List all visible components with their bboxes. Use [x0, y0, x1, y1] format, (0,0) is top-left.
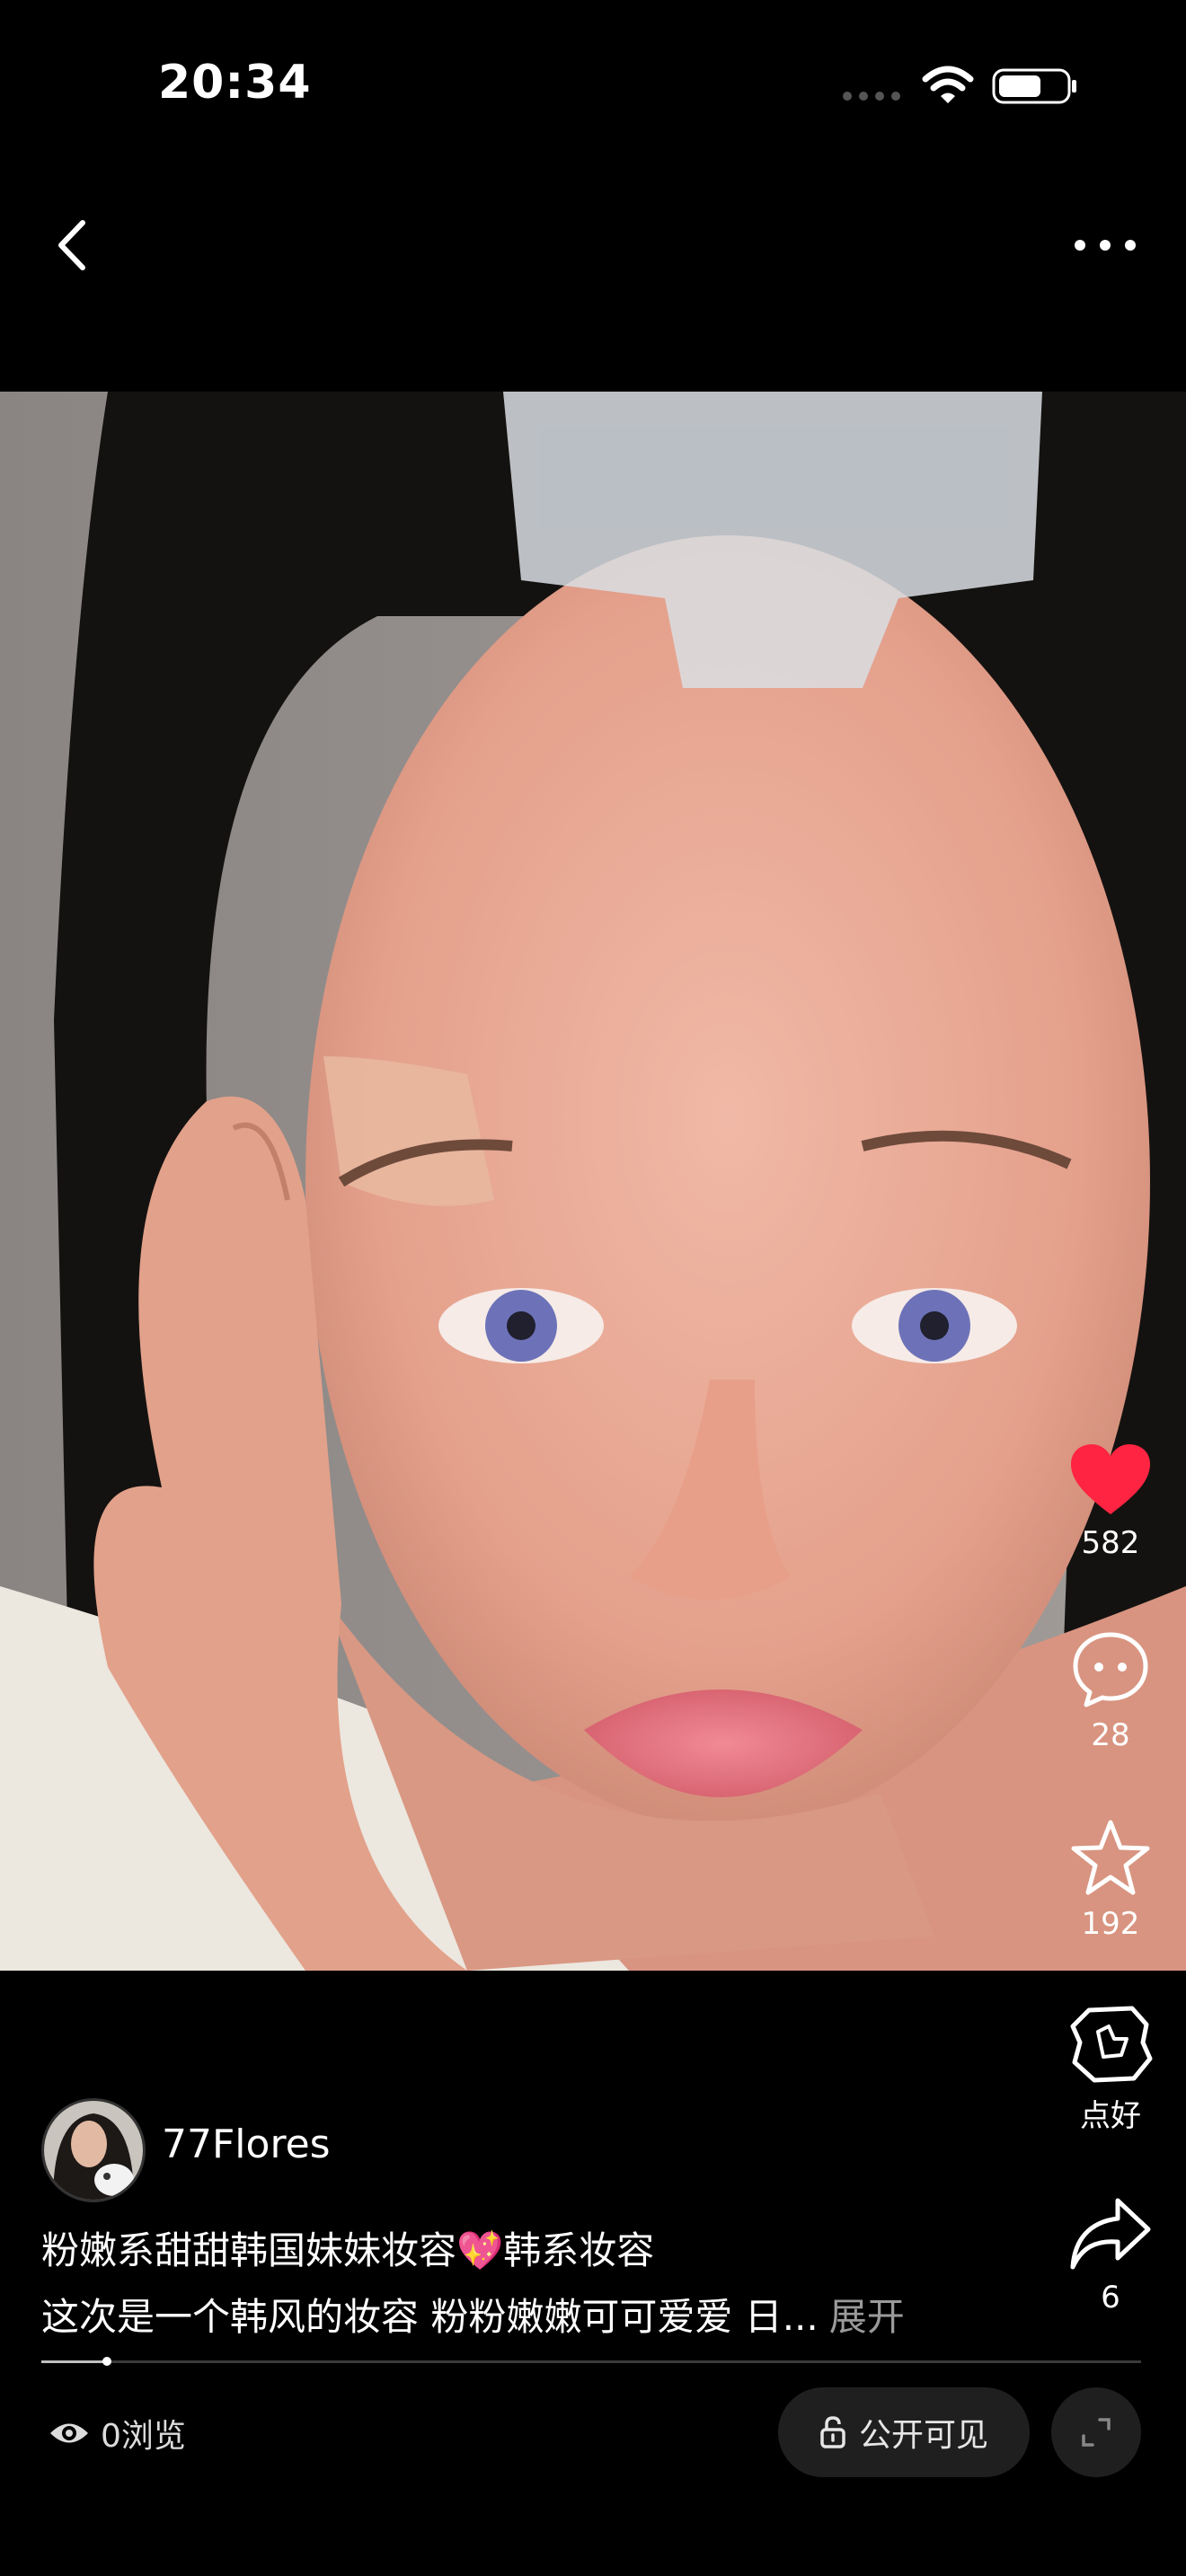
author-avatar[interactable] [41, 2098, 146, 2202]
lock-icon [820, 2416, 845, 2448]
status-time: 20:34 [158, 56, 312, 110]
view-count: 0浏览 [49, 2410, 186, 2457]
eye-icon [50, 2423, 88, 2443]
battery-icon [992, 68, 1076, 104]
makeup-video-frame [0, 392, 1186, 1971]
progress-knob[interactable] [102, 2357, 112, 2366]
view-count-text: 0浏览 [101, 2418, 186, 2455]
share-icon [1070, 2198, 1151, 2270]
comment-button[interactable]: 28 [1048, 1629, 1173, 1753]
expand-link[interactable]: 展开 [829, 2295, 905, 2339]
collect-button[interactable]: 192 [1048, 1818, 1173, 1942]
video-player[interactable] [0, 392, 1186, 1971]
cellular-signal-icon [843, 92, 900, 101]
fullscreen-button[interactable] [1051, 2387, 1141, 2477]
video-progress-bar[interactable] [41, 2357, 1141, 2366]
avatar-image [44, 2101, 143, 2200]
visibility-button[interactable]: 公开可见 [778, 2387, 1030, 2477]
comment-icon [1073, 1632, 1148, 1707]
collect-count: 192 [1081, 1906, 1140, 1942]
dianhao-label: 点好 [1080, 2098, 1141, 2134]
expand-icon [1082, 2418, 1111, 2447]
comment-count: 28 [1091, 1717, 1130, 1753]
progress-fill [41, 2360, 108, 2363]
share-button[interactable]: 6 [1048, 2195, 1173, 2316]
like-button[interactable]: 582 [1048, 1442, 1173, 1561]
post-body-text: 这次是一个韩风的妆容 粉粉嫩嫩可可爱爱 日... [41, 2295, 819, 2339]
author-name[interactable]: 77Flores [162, 2122, 331, 2167]
visibility-label: 公开可见 [858, 2417, 988, 2454]
post-title: 粉嫩系甜甜韩国妹妹妆容💖韩系妆容 [41, 2228, 655, 2272]
thumb-badge-icon [1070, 2006, 1153, 2083]
back-button[interactable] [45, 214, 99, 277]
share-count: 6 [1101, 2280, 1120, 2316]
star-icon [1071, 1820, 1150, 1895]
heart-icon [1071, 1444, 1150, 1514]
wifi-icon [922, 66, 974, 103]
more-options-button[interactable] [1069, 229, 1141, 261]
like-count: 582 [1081, 1525, 1140, 1561]
post-body: 这次是一个韩风的妆容 粉粉嫩嫩可可爱爱 日... 展开 [41, 2287, 905, 2342]
dianhao-button[interactable]: 点好 [1048, 2003, 1173, 2135]
